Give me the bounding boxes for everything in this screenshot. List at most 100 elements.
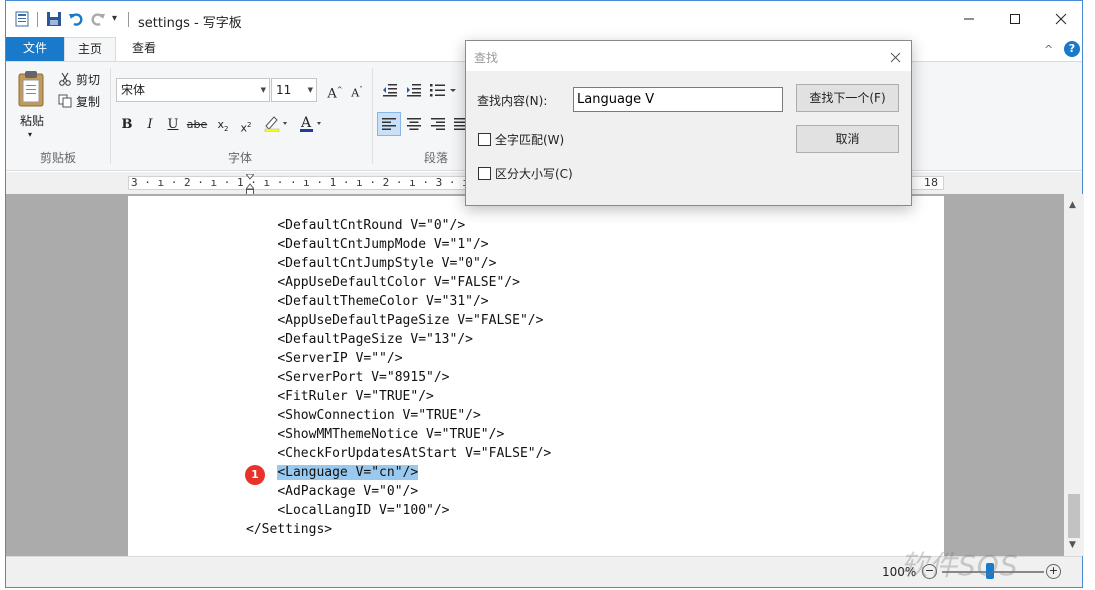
document-line-text: <DefaultPageSize V="13"/> (277, 332, 473, 347)
document-line: <AppUseDefaultColor V="FALSE"/> (246, 273, 551, 292)
shrink-font-button[interactable]: Aˇ (346, 79, 368, 101)
svg-text:A: A (300, 115, 312, 131)
match-case-checkbox[interactable]: 区分大小写(C) (478, 165, 573, 182)
ruler-end-label: 18 (924, 176, 938, 189)
match-case-label: 区分大小写(C) (495, 167, 573, 181)
font-size-value: 11 (276, 83, 292, 97)
decrease-indent-icon (383, 84, 397, 97)
grow-font-button[interactable]: A^ (324, 79, 346, 101)
document-line: <ServerPort V="8915"/> (246, 368, 551, 387)
superscript-button[interactable]: x2 (235, 114, 257, 136)
document-line: <DefaultPageSize V="13"/> (246, 330, 551, 349)
document-line-text: <Language V="cn"/> (277, 465, 419, 480)
font-name-value: 宋体 (121, 83, 146, 97)
undo-icon[interactable] (68, 11, 84, 27)
document-line-text: <ServerPort V="8915"/> (277, 370, 450, 385)
align-center-icon (407, 118, 421, 130)
vertical-scrollbar[interactable]: ▲ ▼ (1064, 194, 1084, 556)
document-line-text: <DefaultCntJumpMode V="1"/> (277, 237, 489, 252)
scroll-down-icon[interactable]: ▼ (1069, 540, 1076, 550)
align-center-button[interactable] (403, 113, 425, 135)
highlight-color-button[interactable] (260, 114, 292, 136)
wordpad-app-icon[interactable] (14, 11, 30, 27)
document-line-text: <AdPackage V="0"/> (277, 484, 419, 499)
document-line: </Settings> (246, 520, 551, 539)
window-title: settings - 写字板 (138, 16, 242, 31)
align-right-icon (431, 118, 445, 130)
paste-dropdown-icon[interactable]: ▾ (28, 130, 32, 139)
chevron-down-icon: ▼ (307, 86, 313, 94)
close-icon (890, 52, 900, 62)
font-size-select[interactable]: 11 ▼ (271, 78, 317, 102)
separator (110, 68, 111, 164)
decrease-indent-button[interactable] (379, 79, 401, 101)
minimize-button[interactable] (946, 1, 992, 37)
dialog-title: 查找 (474, 51, 499, 65)
highlighter-icon (264, 116, 287, 133)
collapse-ribbon-icon[interactable]: ^ (1044, 43, 1053, 56)
checkbox-box[interactable] (478, 167, 491, 180)
document-area: <DefaultCntRound V="0"/> <DefaultCntJump… (6, 194, 1064, 556)
font-group-label: 字体 (228, 151, 253, 165)
document-line: <AppUseDefaultPageSize V="FALSE"/> (246, 311, 551, 330)
cut-label: 剪切 (76, 72, 101, 87)
document-page[interactable]: <DefaultCntRound V="0"/> <DefaultCntJump… (128, 196, 944, 556)
help-icon[interactable]: ? (1064, 41, 1080, 57)
paste-label: 粘贴 (19, 114, 44, 128)
document-line-text: <DefaultThemeColor V="31"/> (277, 294, 489, 309)
subscript-button[interactable]: x2 (212, 114, 234, 136)
save-icon[interactable] (46, 11, 62, 27)
increase-indent-button[interactable] (403, 79, 425, 101)
document-line: <DefaultThemeColor V="31"/> (246, 292, 551, 311)
zoom-in-button[interactable]: + (1046, 564, 1061, 579)
close-button[interactable] (1038, 1, 1084, 37)
cancel-button[interactable]: 取消 (796, 125, 899, 153)
copy-label: 复制 (76, 94, 101, 109)
increase-indent-icon (407, 84, 421, 97)
separator (37, 12, 38, 27)
underline-button[interactable]: U (162, 114, 184, 136)
find-next-button[interactable]: 查找下一个(F) (796, 84, 899, 112)
document-line-text: <ServerIP V=""/> (277, 351, 403, 366)
font-color-button[interactable]: A (296, 114, 326, 136)
match-whole-word-checkbox[interactable]: 全字匹配(W) (478, 131, 564, 148)
scissors-icon (59, 72, 71, 86)
separator (128, 12, 129, 27)
checkbox-box[interactable] (478, 133, 491, 146)
document-line: <DefaultCntRound V="0"/> (246, 216, 551, 235)
watermark: 软件SOS (900, 549, 1019, 582)
tab-home[interactable]: 主页 (64, 37, 116, 62)
copy-button[interactable]: 复制 (58, 92, 100, 110)
close-icon (1055, 13, 1067, 25)
maximize-button[interactable] (992, 1, 1038, 37)
italic-button[interactable]: I (139, 114, 161, 136)
redo-icon[interactable] (90, 11, 106, 27)
paste-button[interactable]: 粘贴 ▾ (14, 68, 50, 142)
document-line: <CheckForUpdatesAtStart V="FALSE"/> (246, 444, 551, 463)
bullet-list-icon (430, 84, 456, 97)
document-line: <LocalLangID V="100"/> (246, 501, 551, 520)
bold-button[interactable]: B (116, 114, 138, 136)
quick-access-dropdown-icon[interactable]: ▾ (112, 13, 117, 24)
tab-view[interactable]: 查看 (118, 37, 170, 61)
document-line-text: <LocalLangID V="100"/> (277, 503, 450, 518)
document-line-text: <AppUseDefaultColor V="FALSE"/> (277, 275, 520, 290)
title-bar: ▾ settings - 写字板 (6, 1, 1082, 37)
dialog-title-bar[interactable]: 查找 (466, 41, 911, 71)
tab-file[interactable]: 文件 (6, 37, 64, 61)
align-right-button[interactable] (427, 113, 449, 135)
strikethrough-button[interactable]: abe (186, 114, 208, 136)
dialog-close-button[interactable] (884, 46, 906, 68)
indent-marker-icon[interactable] (246, 174, 254, 196)
document-text[interactable]: <DefaultCntRound V="0"/> <DefaultCntJump… (246, 216, 551, 539)
bullet-list-button[interactable] (427, 79, 461, 101)
cut-button[interactable]: 剪切 (58, 70, 100, 88)
scroll-up-icon[interactable]: ▲ (1069, 200, 1076, 210)
document-line: <ServerIP V=""/> (246, 349, 551, 368)
document-line-text: <AppUseDefaultPageSize V="FALSE"/> (277, 313, 544, 328)
font-name-select[interactable]: 宋体 ▼ (116, 78, 270, 102)
align-left-button[interactable] (377, 112, 401, 136)
scroll-thumb[interactable] (1068, 494, 1080, 538)
find-what-input[interactable] (573, 87, 783, 112)
paragraph-group-label: 段落 (424, 151, 449, 165)
